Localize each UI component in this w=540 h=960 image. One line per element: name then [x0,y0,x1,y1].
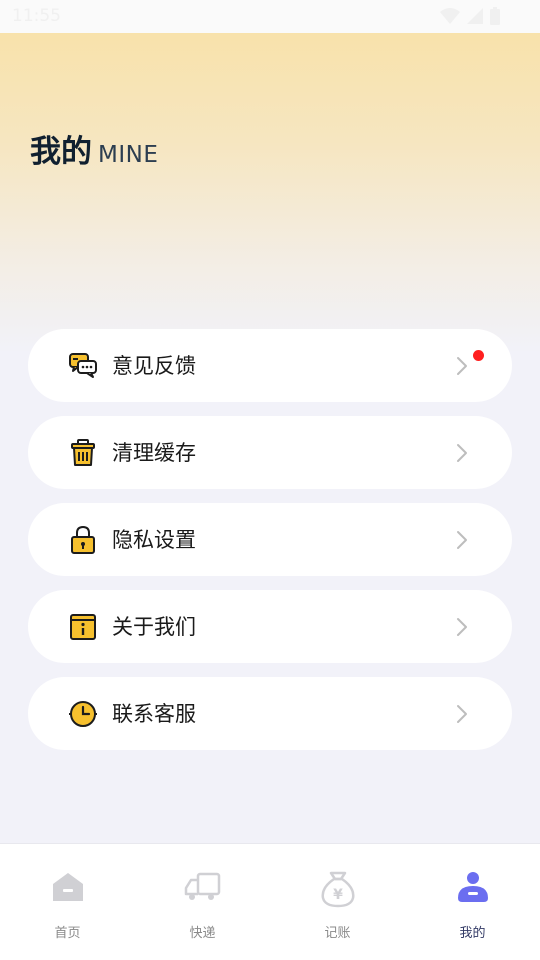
signal-icon [467,8,483,24]
menu-item-privacy[interactable]: 隐私设置 [28,503,512,576]
tab-home[interactable]: 首页 [0,844,135,960]
menu-label-clear-cache: 清理缓存 [112,441,196,465]
tab-label-mine: 我的 [459,926,486,941]
page-title-en: MINE [98,142,159,168]
chevron-right-icon [457,705,467,723]
notification-dot [473,350,484,361]
chevron-right-icon [457,357,467,375]
menu-label-privacy: 隐私设置 [112,528,196,552]
tab-label-home: 首页 [54,926,81,941]
home-icon [52,873,83,901]
tab-label-accounting: 记账 [324,926,351,941]
status-icons [440,7,500,25]
menu-label-about: 关于我们 [112,615,196,639]
profile-icon [457,872,488,902]
chevron-right-icon [457,531,467,549]
menu-item-feedback[interactable]: 意见反馈 [28,329,512,402]
page-title-cn: 我的 [30,134,92,170]
tab-label-delivery: 快递 [189,926,216,941]
menu-label-feedback: 意见反馈 [112,354,196,378]
status-time: 11:55 [12,6,61,26]
padlock-icon [71,525,95,554]
chevron-right-icon [457,618,467,636]
delivery-truck-icon [184,872,220,900]
clock-headset-icon [69,701,97,727]
trash-bin-icon [71,439,95,466]
settings-menu: 意见反馈 清理缓存 隐私设置 关于我们 联系客服 [28,329,512,764]
menu-item-contact[interactable]: 联系客服 [28,677,512,750]
menu-item-clear-cache[interactable]: 清理缓存 [28,416,512,489]
chat-bubbles-icon [69,353,97,378]
tab-accounting[interactable]: ¥ 记账 [270,844,405,960]
chevron-right-icon [457,444,467,462]
tab-delivery[interactable]: 快递 [135,844,270,960]
menu-label-contact: 联系客服 [112,702,196,726]
info-card-icon [70,614,96,640]
battery-icon [490,7,500,25]
status-bar: 11:55 [0,0,540,33]
header-background [0,33,540,353]
page-title: 我的 MINE [30,126,158,171]
money-bag-icon: ¥ [320,871,355,908]
svg-text:¥: ¥ [333,887,343,903]
tab-mine[interactable]: 我的 [405,844,540,960]
wifi-icon [440,8,460,24]
bottom-tab-bar: 首页 快递 ¥ 记账 我的 [0,843,540,960]
menu-item-about[interactable]: 关于我们 [28,590,512,663]
